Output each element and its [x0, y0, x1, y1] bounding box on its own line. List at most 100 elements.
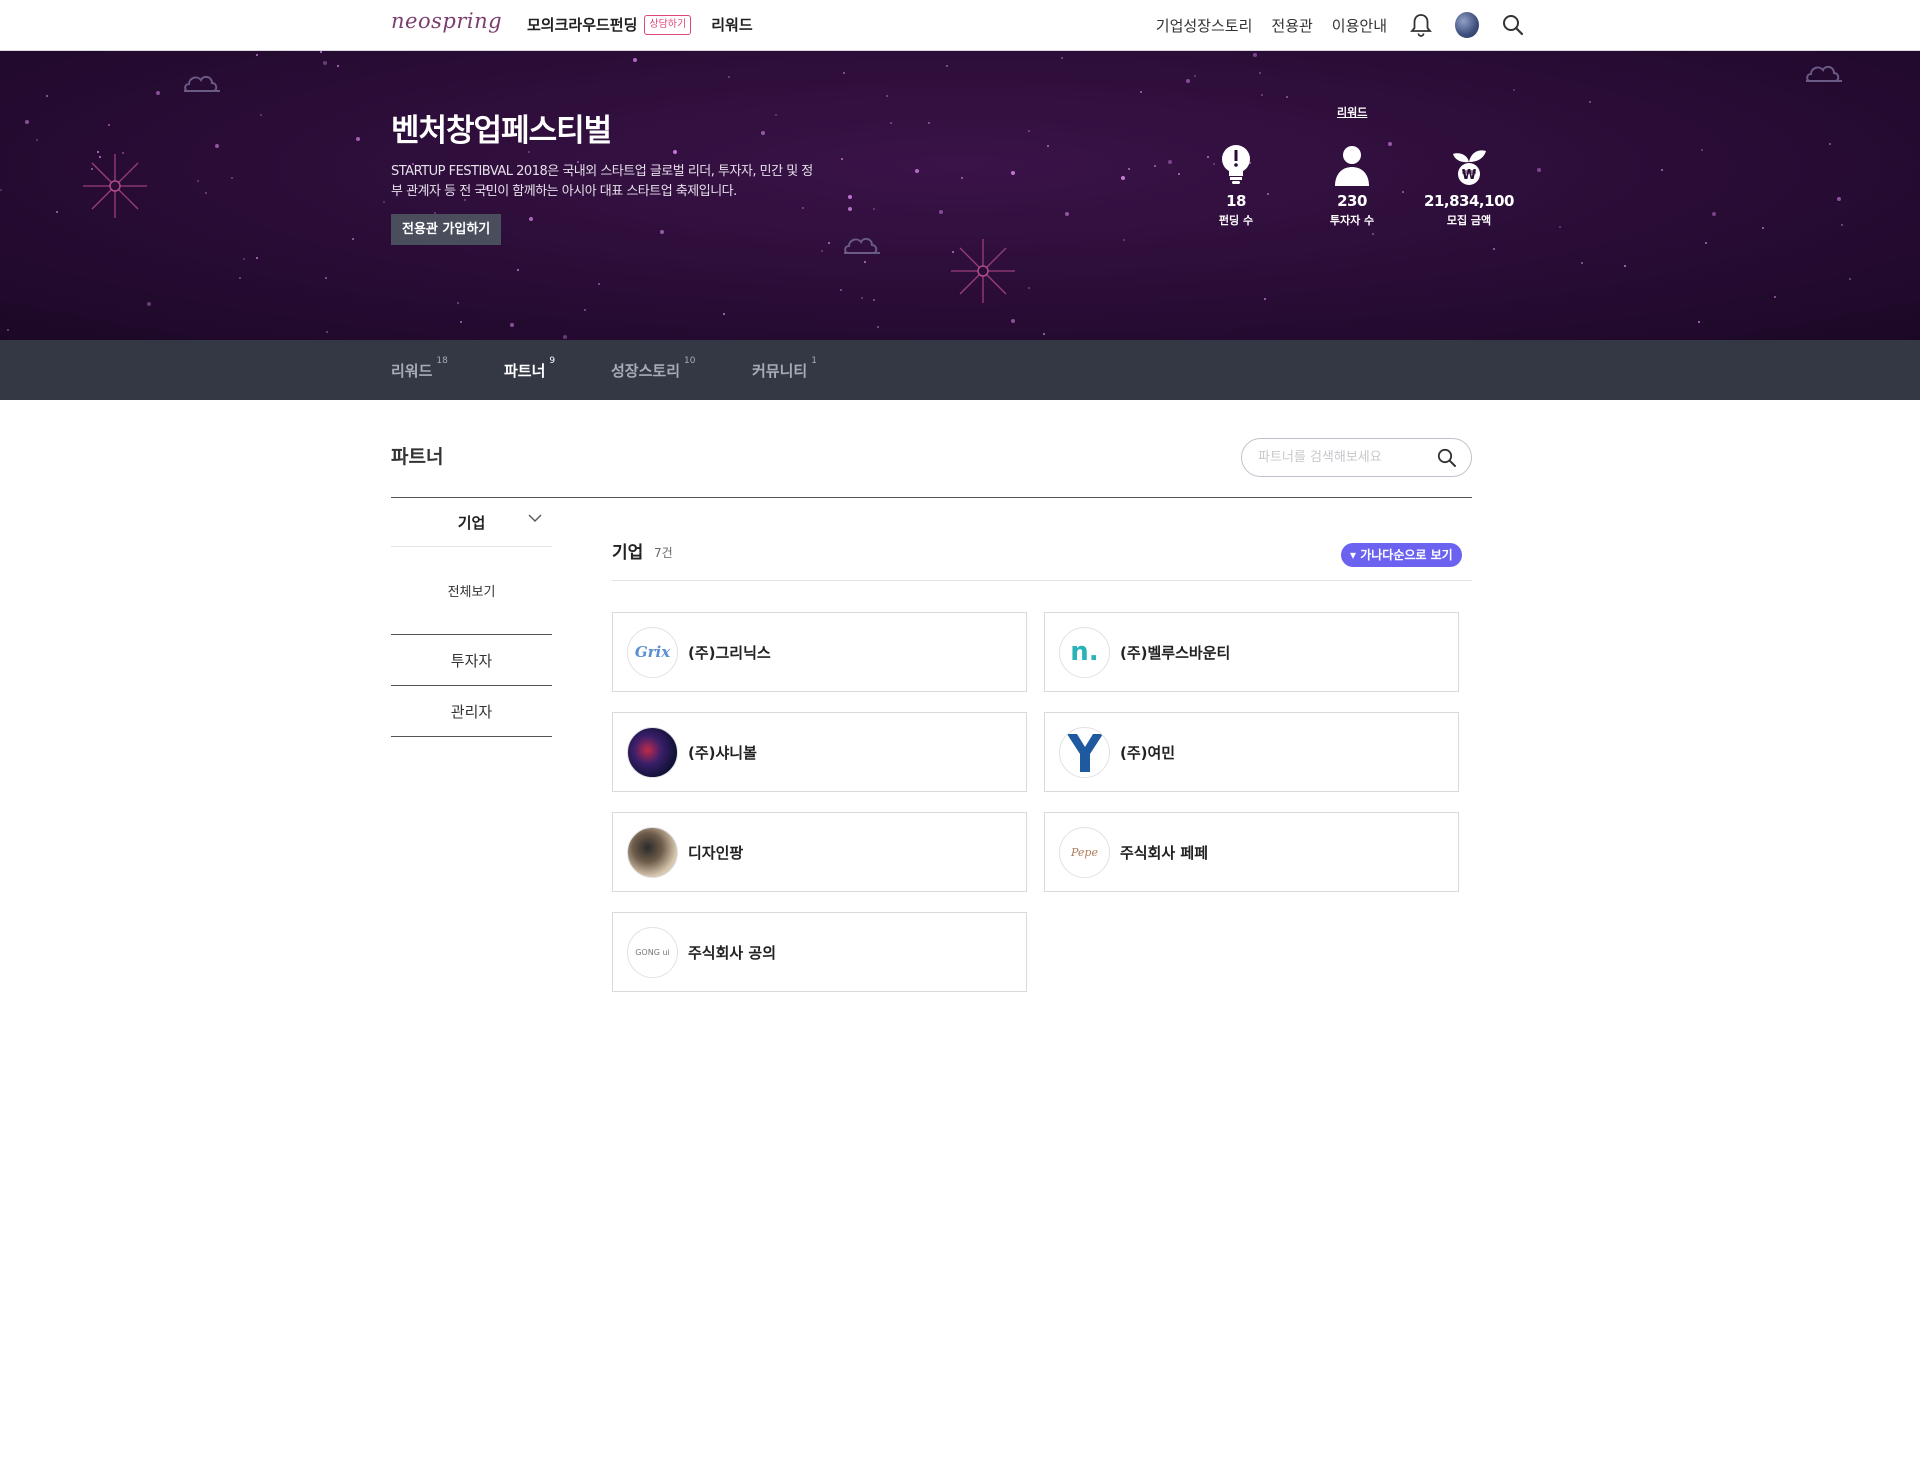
stat-investor-count: 230 투자자 수: [1297, 144, 1407, 228]
list-heading: 기업: [612, 543, 644, 563]
company-name: (주)여민: [1120, 743, 1176, 762]
star-dot: [890, 122, 892, 124]
company-logo: Y: [1059, 726, 1110, 778]
nav-guide[interactable]: 이용안내: [1332, 15, 1387, 36]
company-name: (주)그리닉스: [688, 643, 771, 662]
sidebar-item-view-all[interactable]: 전체보기: [391, 547, 552, 635]
stats-heading: 리워드: [1337, 106, 1368, 119]
top-navigation: neospring 모의크라우드펀딩 상담하기 리워드 기업성장스토리 전용관 …: [0, 0, 1920, 51]
company-name: 주식회사 공의: [688, 943, 777, 962]
join-hall-button[interactable]: 전용관 가입하기: [391, 214, 502, 245]
tab-label: 성장스토리: [611, 362, 681, 380]
hero-title: 벤처창업페스티벌: [391, 113, 612, 149]
star-dot: [928, 122, 930, 124]
neospring-logo[interactable]: neospring: [391, 9, 502, 33]
logo-text: GONG ui: [635, 947, 670, 957]
search-icon[interactable]: [1501, 12, 1525, 38]
logo-text: n.: [1070, 637, 1099, 667]
star-dot: [1028, 130, 1030, 132]
star-dot: [1264, 298, 1266, 300]
star-dot: [1128, 168, 1130, 170]
consult-badge[interactable]: 상담하기: [644, 14, 692, 35]
star-dot: [1178, 173, 1180, 175]
star-dot: [1849, 278, 1851, 280]
company-logo: Pepe: [1059, 826, 1110, 878]
star-dot: [840, 289, 842, 291]
star-dot: [775, 114, 777, 116]
stat-value: 18: [1226, 192, 1246, 210]
company-card[interactable]: 디자인팡: [612, 812, 1027, 892]
star-dot: [7, 329, 9, 331]
firework-icon: [951, 239, 1015, 303]
sidebar-item-admin[interactable]: 관리자: [391, 686, 552, 737]
company-logo: [627, 726, 678, 778]
star-dot: [848, 207, 852, 211]
star-dot: [239, 277, 241, 279]
stat-funding-count: 18 펀딩 수: [1181, 144, 1291, 228]
star-dot: [1841, 224, 1843, 226]
company-card[interactable]: (주)샤니볼: [612, 712, 1027, 792]
star-dot: [231, 177, 233, 179]
nav-reward[interactable]: 리워드: [711, 14, 752, 35]
star-dot: [457, 302, 459, 304]
logo-text: neospring: [391, 9, 503, 33]
star-dot: [728, 76, 730, 78]
star-dot: [1140, 91, 1142, 93]
main-menu: 모의크라우드펀딩 상담하기 리워드: [527, 14, 753, 35]
star-dot: [147, 302, 151, 306]
star-dot: [864, 261, 866, 263]
cloud-icon: [184, 75, 220, 92]
tab-community[interactable]: 커뮤니티1: [752, 356, 817, 381]
nav-exclusive-hall[interactable]: 전용관: [1271, 15, 1312, 36]
company-card[interactable]: Grix (주)그리닉스: [612, 612, 1027, 692]
nav-mock-crowdfunding[interactable]: 모의크라우드펀딩: [527, 14, 637, 35]
star-dot: [36, 139, 38, 141]
tab-growth-story[interactable]: 성장스토리10: [611, 356, 695, 381]
star-dot: [260, 114, 262, 116]
lightbulb-icon: [1222, 145, 1250, 184]
star-dot: [828, 242, 830, 244]
list-count: 7건: [654, 546, 673, 560]
tab-reward[interactable]: 리워드18: [391, 356, 448, 381]
star-dot: [877, 326, 879, 328]
sort-alphabetical-button[interactable]: ▾ 가나다순으로 보기: [1341, 543, 1462, 567]
nav-growth-story[interactable]: 기업성장스토리: [1156, 15, 1253, 36]
category-dropdown[interactable]: 기업: [391, 498, 552, 547]
user-avatar[interactable]: [1455, 12, 1479, 38]
star-dot: [510, 323, 514, 327]
search-icon[interactable]: [1437, 448, 1457, 468]
company-logo: GONG ui: [627, 926, 678, 978]
company-logo: n.: [1059, 626, 1110, 678]
star-dot: [1698, 321, 1700, 323]
star-dot: [460, 321, 462, 323]
star-dot: [25, 120, 29, 124]
stat-value: 21,834,100: [1424, 192, 1514, 210]
star-dot: [723, 313, 725, 315]
star-dot: [1154, 165, 1156, 167]
avatar-image: [1455, 12, 1479, 38]
divider: [612, 580, 1472, 581]
star-dot: [1047, 145, 1049, 147]
star-dot: [1061, 57, 1063, 59]
star-dot: [383, 201, 385, 203]
logo-text: Pepe: [1071, 845, 1098, 859]
category-label: 기업: [457, 513, 486, 532]
star-dot: [761, 131, 765, 135]
star-dot: [529, 217, 533, 221]
star-dot: [961, 177, 963, 179]
company-logo: [627, 826, 678, 878]
logo-text: Grix: [634, 643, 671, 661]
firework-icon: [83, 154, 147, 218]
company-card[interactable]: GONG ui 주식회사 공의: [612, 912, 1027, 992]
stat-raised-amount: ₩ 21,834,100 모집 금액: [1414, 144, 1524, 228]
bell-icon[interactable]: [1409, 12, 1433, 38]
sidebar-item-investor[interactable]: 투자자: [391, 635, 552, 686]
star-dot: [584, 309, 586, 311]
company-card[interactable]: n. (주)벨루스바운티: [1044, 612, 1459, 692]
svg-text:₩: ₩: [1462, 168, 1477, 183]
company-card[interactable]: Y (주)여민: [1044, 712, 1459, 792]
company-card[interactable]: Pepe 주식회사 페페: [1044, 812, 1459, 892]
star-dot: [156, 91, 160, 95]
search-input[interactable]: [1258, 450, 1423, 465]
tab-partner[interactable]: 파트너9: [504, 356, 555, 381]
